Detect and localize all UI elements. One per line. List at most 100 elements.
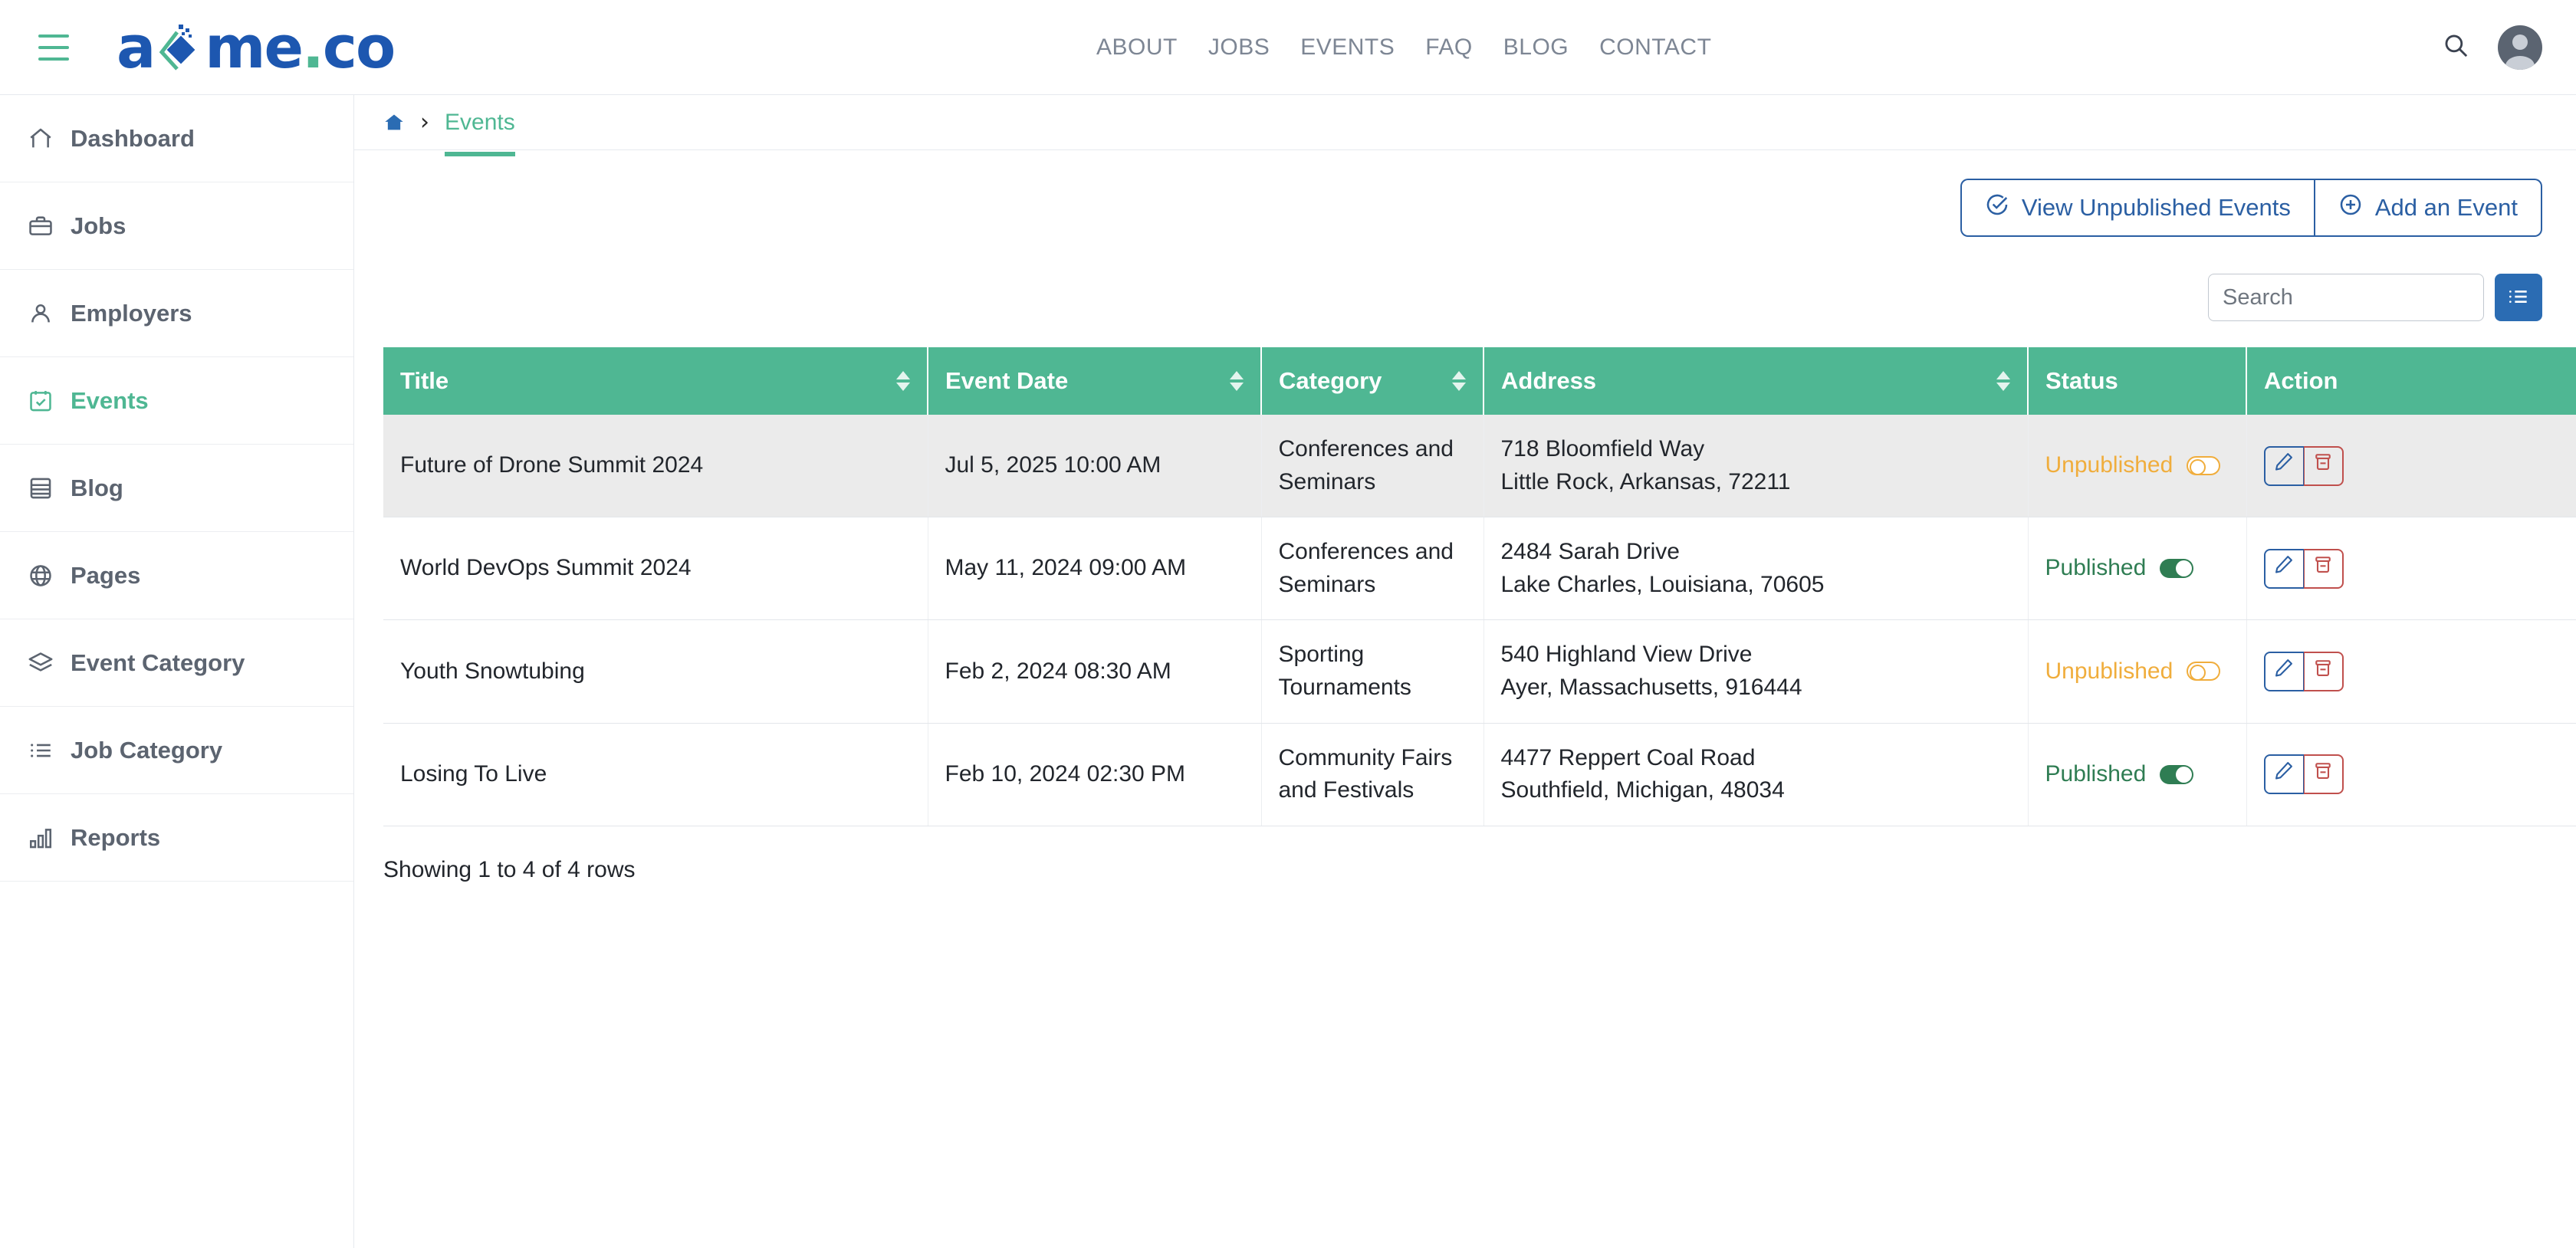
cell-action (2246, 723, 2576, 826)
sidebar-item-label: Dashboard (71, 124, 195, 152)
row-action-group (2263, 548, 2560, 589)
breadcrumb-home-icon[interactable] (383, 112, 405, 133)
column-header-title[interactable]: Title (383, 347, 928, 415)
cell-event-date: May 11, 2024 09:00 AM (928, 517, 1262, 621)
cell-address: 718 Bloomfield Way Little Rock, Arkansas… (1484, 415, 2029, 518)
events-table-head: Title Event Date Category Address Status… (383, 347, 2576, 415)
pencil-icon (2273, 758, 2295, 791)
table-row[interactable]: Youth Snowtubing Feb 2, 2024 08:30 AM Sp… (383, 619, 2576, 724)
chevron-right-icon: › (420, 108, 429, 136)
column-header-address[interactable]: Address (1484, 347, 2029, 415)
cell-category: Conferences and Seminars (1261, 517, 1484, 621)
address-line-2: Little Rock, Arkansas, 72211 (1500, 468, 1791, 494)
check-circle-icon (1985, 192, 2009, 223)
column-header-label: Action (2264, 367, 2338, 394)
nav-item-contact[interactable]: CONTACT (1599, 34, 1711, 61)
breadcrumb-current-events[interactable]: Events (445, 110, 515, 156)
top-header-bar: a me . co ABOUT JOBS EVENTS FAQ BLOG CON… (0, 0, 2576, 95)
sidebar-item-events[interactable]: Events (0, 357, 353, 445)
table-row[interactable]: Losing To Live Feb 10, 2024 02:30 PM Com… (383, 723, 2576, 826)
table-row[interactable]: World DevOps Summit 2024 May 11, 2024 09… (383, 517, 2576, 621)
sort-arrows-icon (1452, 371, 1466, 391)
cell-category: Community Fairs and Festivals (1261, 723, 1484, 826)
globe-icon (28, 563, 54, 589)
cell-title: Youth Snowtubing (383, 619, 928, 724)
cell-status: Unpublished (2028, 619, 2247, 724)
edit-row-button[interactable] (2263, 445, 2304, 486)
sidebar-item-blog[interactable]: Blog (0, 445, 353, 532)
cell-action (2246, 415, 2576, 518)
nav-item-events[interactable]: EVENTS (1300, 34, 1395, 61)
sort-arrows-icon (1996, 371, 2010, 391)
sort-arrows-icon (1230, 371, 1244, 391)
trash-icon (2312, 552, 2334, 585)
table-row-count-footer: Showing 1 to 4 of 4 rows (383, 856, 636, 882)
search-icon[interactable] (2443, 32, 2469, 62)
search-input[interactable] (2208, 274, 2484, 321)
sidebar-item-label: Employers (71, 299, 192, 327)
sidebar-item-label: Jobs (71, 212, 127, 239)
sidebar-item-jobs[interactable]: Jobs (0, 182, 353, 270)
list-view-toggle-button[interactable] (2495, 274, 2542, 321)
plus-circle-icon (2338, 192, 2363, 223)
events-table: Title Event Date Category Address Status… (383, 347, 2576, 826)
row-action-group (2263, 754, 2560, 795)
calendar-check-icon (28, 388, 54, 414)
publish-toggle[interactable] (2160, 764, 2194, 784)
table-search-row (354, 237, 2576, 321)
address-line-2: Ayer, Massachusetts, 916444 (1500, 674, 1802, 700)
row-action-group (2263, 651, 2560, 691)
edit-row-button[interactable] (2263, 548, 2304, 589)
sidebar-item-dashboard[interactable]: Dashboard (0, 95, 353, 182)
hamburger-line (38, 45, 69, 49)
table-rows-icon (28, 475, 54, 501)
address-line-2: Lake Charles, Louisiana, 70605 (1500, 571, 1825, 597)
view-unpublished-events-button[interactable]: View Unpublished Events (1960, 179, 2315, 237)
delete-row-button[interactable] (2303, 445, 2344, 486)
publish-toggle[interactable] (2187, 456, 2221, 476)
column-header-event-date[interactable]: Event Date (928, 347, 1262, 415)
logo-text-co: co (322, 12, 396, 81)
nav-item-about[interactable]: ABOUT (1096, 34, 1178, 61)
table-row[interactable]: Future of Drone Summit 2024 Jul 5, 2025 … (383, 415, 2576, 518)
publish-toggle[interactable] (2160, 559, 2194, 579)
sidebar-item-label: Blog (71, 474, 123, 501)
cell-address: 540 Highland View Drive Ayer, Massachuse… (1484, 619, 2029, 724)
nav-item-blog[interactable]: BLOG (1503, 34, 1569, 61)
hamburger-menu-icon[interactable] (38, 34, 69, 61)
address-line-1: 540 Highland View Drive (1500, 642, 1753, 668)
sidebar-item-label: Job Category (71, 736, 223, 764)
sidebar-item-employers[interactable]: Employers (0, 270, 353, 357)
sidebar-item-job-category[interactable]: Job Category (0, 707, 353, 794)
column-header-status: Status (2028, 347, 2247, 415)
sidebar-item-pages[interactable]: Pages (0, 532, 353, 619)
cell-category: Sporting Tournaments (1261, 619, 1484, 724)
header-actions (2443, 25, 2542, 70)
delete-row-button[interactable] (2303, 651, 2344, 691)
site-logo[interactable]: a me . co (117, 12, 396, 81)
cell-category: Conferences and Seminars (1261, 415, 1484, 518)
view-unpublished-events-label: View Unpublished Events (2021, 194, 2291, 221)
sidebar-item-reports[interactable]: Reports (0, 794, 353, 882)
user-icon (28, 301, 54, 327)
cell-status: Published (2028, 517, 2247, 621)
bar-chart-icon (28, 825, 54, 851)
nav-item-jobs[interactable]: JOBS (1208, 34, 1270, 61)
column-header-category[interactable]: Category (1261, 347, 1484, 415)
sidebar-item-event-category[interactable]: Event Category (0, 619, 353, 707)
delete-row-button[interactable] (2303, 548, 2344, 589)
nav-item-faq[interactable]: FAQ (1425, 34, 1473, 61)
sidebar-item-label: Event Category (71, 649, 245, 676)
add-an-event-button[interactable]: Add an Event (2314, 179, 2542, 237)
hamburger-line (38, 57, 69, 61)
delete-row-button[interactable] (2303, 754, 2344, 795)
column-header-label: Category (1279, 367, 1382, 394)
edit-row-button[interactable] (2263, 754, 2304, 795)
status-badge: Unpublished (2045, 452, 2174, 478)
publish-toggle[interactable] (2187, 662, 2221, 681)
user-avatar[interactable] (2498, 25, 2542, 70)
edit-row-button[interactable] (2263, 651, 2304, 691)
cell-action (2246, 517, 2576, 621)
address-line-2: Southfield, Michigan, 48034 (1500, 777, 1785, 803)
column-header-action: Action (2246, 347, 2576, 415)
